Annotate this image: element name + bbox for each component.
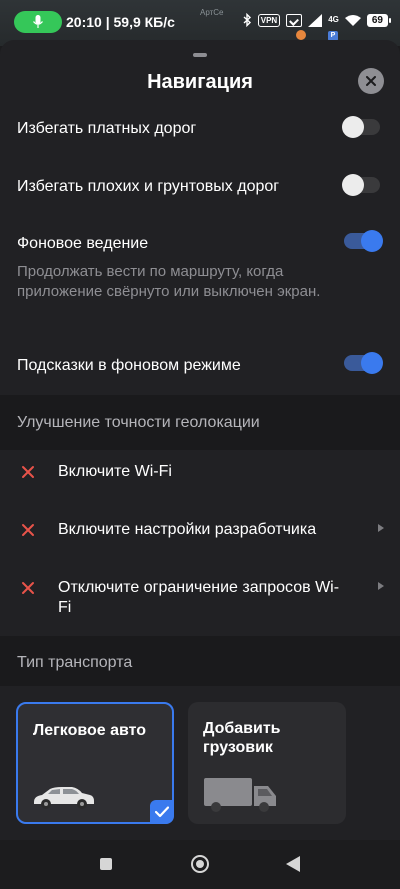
transport-option-label: Добавить грузовик: [203, 720, 281, 756]
geo-item-wifi-throttling[interactable]: Отключите ограничение запросов Wi-Fi: [20, 578, 384, 618]
transport-option-label: Легковое авто: [33, 722, 147, 739]
geo-item-label: Включите настройки разработчика: [58, 521, 317, 538]
back-button[interactable]: [286, 856, 300, 872]
transport-option-car[interactable]: Легковое авто: [16, 702, 174, 824]
vpn-badge: VPN: [257, 13, 281, 27]
home-button[interactable]: [191, 855, 209, 873]
signal-icon: [308, 13, 323, 27]
selected-badge: [150, 800, 174, 824]
close-icon: [366, 76, 376, 86]
section-header-geolocation: Улучшение точности геолокации: [0, 395, 400, 450]
background-hints-toggle[interactable]: [344, 352, 383, 374]
setting-description: Продолжать вести по маршруту, когда прил…: [17, 263, 321, 300]
geo-item-wifi[interactable]: Включите Wi-Fi: [20, 462, 384, 482]
cross-icon: [22, 524, 34, 536]
setting-label: Избегать плохих и грунтовых дорог: [17, 178, 280, 195]
section-header-transport: Тип транспорта: [0, 636, 400, 686]
page-title: Навигация: [147, 71, 253, 93]
setting-background-hints: Подсказки в фоновом режиме: [17, 356, 380, 376]
microphone-icon: [33, 15, 43, 28]
setting-label: Избегать платных дорог: [17, 120, 197, 137]
setting-avoid-toll: Избегать платных дорог: [17, 119, 380, 139]
geo-item-label: Включите Wi-Fi: [58, 463, 172, 480]
car-icon: [34, 787, 94, 809]
setting-avoid-bad-roads: Избегать плохих и грунтовых дорог: [17, 177, 380, 197]
background-guidance-toggle[interactable]: [344, 230, 383, 252]
recents-button[interactable]: [100, 858, 112, 870]
network-type: 4G: [328, 15, 339, 24]
cross-icon: [22, 582, 34, 594]
data-saver-icon: [286, 13, 303, 27]
map-label: АртСе: [200, 8, 224, 17]
map-poi-icon: [296, 30, 306, 40]
close-button[interactable]: [358, 68, 384, 94]
avoid-bad-roads-toggle[interactable]: [342, 174, 380, 196]
cross-icon: [22, 466, 34, 478]
geo-item-developer-settings[interactable]: Включите настройки разработчика: [20, 520, 384, 540]
setting-label: Фоновое ведение: [17, 235, 149, 252]
battery-indicator: 69: [366, 13, 392, 27]
wifi-icon: [344, 14, 361, 26]
transport-option-truck[interactable]: Добавить грузовик: [188, 702, 346, 824]
setting-background-guidance: Фоновое ведение Продолжать вести по марш…: [17, 234, 380, 302]
microphone-indicator[interactable]: [14, 11, 62, 33]
checkmark-icon: [155, 806, 169, 818]
avoid-toll-toggle[interactable]: [342, 116, 380, 138]
system-nav-bar: [0, 840, 400, 889]
geo-item-label: Отключите ограничение запросов Wi-Fi: [58, 579, 340, 616]
truck-icon: [204, 778, 276, 812]
status-icons: VPN 4G 69: [243, 13, 392, 27]
chevron-right-icon: [378, 524, 384, 532]
bluetooth-icon: [243, 13, 251, 27]
setting-label: Подсказки в фоновом режиме: [17, 357, 241, 374]
status-time: 20:10 | 59,9 КБ/с: [66, 14, 175, 30]
navigation-settings-sheet: Навигация Избегать платных дорог Избегат…: [0, 40, 400, 840]
sheet-drag-handle[interactable]: [193, 53, 207, 57]
chevron-right-icon: [378, 582, 384, 590]
